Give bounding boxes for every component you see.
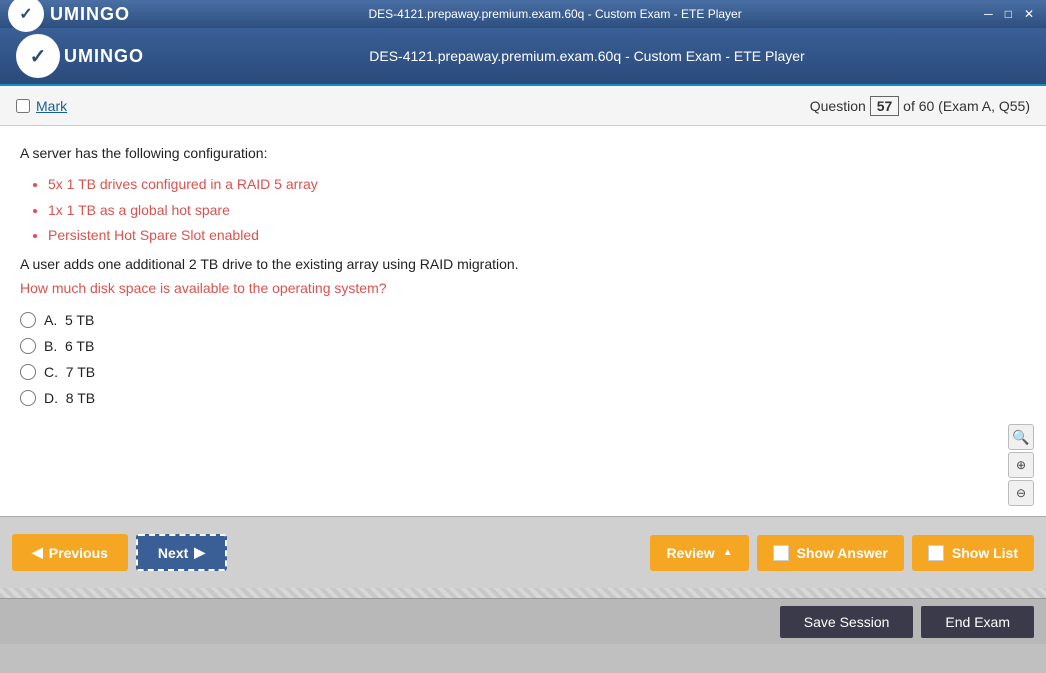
label-d[interactable]: D. 8 TB	[44, 390, 95, 406]
bullet-item-1: 5x 1 TB drives configured in a RAID 5 ar…	[48, 172, 1026, 197]
zoom-controls: 🔍 ⊕ ⊖	[1008, 424, 1034, 506]
minimize-button[interactable]: ─	[980, 7, 997, 21]
previous-label: Previous	[49, 545, 108, 561]
radio-d[interactable]	[20, 390, 36, 406]
next-arrow-icon: ▶	[194, 544, 205, 561]
header-bar: ✓ UMINGO DES-4121.prepaway.premium.exam.…	[0, 28, 1046, 86]
mark-label[interactable]: Mark	[36, 98, 67, 114]
show-list-button[interactable]: Show List	[912, 535, 1034, 571]
option-d[interactable]: D. 8 TB	[20, 390, 1026, 406]
show-list-icon	[928, 545, 944, 561]
question-desc: A user adds one additional 2 TB drive to…	[20, 256, 1026, 272]
zoom-in-button[interactable]: ⊕	[1008, 452, 1034, 478]
show-answer-button[interactable]: Show Answer	[757, 535, 904, 571]
app-logo: ✓	[8, 0, 44, 32]
header-logo: ✓	[16, 34, 60, 78]
question-of: of 60 (Exam A, Q55)	[903, 98, 1030, 114]
title-bar: ✓ UMINGO DES-4121.prepaway.premium.exam.…	[0, 0, 1046, 28]
label-c[interactable]: C. 7 TB	[44, 364, 95, 380]
radio-c[interactable]	[20, 364, 36, 380]
bottom-action: Save Session End Exam	[0, 598, 1046, 644]
search-button[interactable]: 🔍	[1008, 424, 1034, 450]
label-b[interactable]: B. 6 TB	[44, 338, 94, 354]
zoom-out-button[interactable]: ⊖	[1008, 480, 1034, 506]
review-label: Review	[666, 545, 714, 561]
option-c[interactable]: C. 7 TB	[20, 364, 1026, 380]
bullet-list: 5x 1 TB drives configured in a RAID 5 ar…	[48, 172, 1026, 248]
show-answer-icon	[773, 545, 789, 561]
radio-a[interactable]	[20, 312, 36, 328]
review-arrow-icon: ▲	[723, 547, 733, 558]
question-number: 57	[870, 96, 900, 116]
maximize-button[interactable]: □	[1001, 7, 1016, 21]
save-session-button[interactable]: Save Session	[780, 606, 914, 638]
logo-check: ✓	[19, 4, 32, 24]
question-ask: How much disk space is available to the …	[20, 280, 1026, 296]
logo-text: UMINGO	[50, 4, 130, 25]
title-bar-left: ✓ UMINGO	[8, 0, 130, 32]
option-a[interactable]: A. 5 TB	[20, 312, 1026, 328]
end-exam-button[interactable]: End Exam	[921, 606, 1034, 638]
question-info: Question 57 of 60 (Exam A, Q55)	[810, 96, 1030, 116]
stripe-divider	[0, 588, 1046, 598]
question-header: Mark Question 57 of 60 (Exam A, Q55)	[0, 86, 1046, 126]
question-intro: A server has the following configuration…	[20, 142, 1026, 164]
show-answer-label: Show Answer	[797, 545, 888, 561]
mark-area[interactable]: Mark	[16, 98, 67, 114]
header-logo-area: ✓ UMINGO	[16, 34, 144, 78]
bottom-nav: ◀ Previous Next ▶ Review ▲ Show Answer S…	[0, 516, 1046, 588]
window-controls: ─ □ ✕	[980, 7, 1038, 21]
question-label: Question	[810, 98, 866, 114]
review-button[interactable]: Review ▲	[650, 535, 748, 571]
show-list-label: Show List	[952, 545, 1018, 561]
header-logo-text: UMINGO	[64, 46, 144, 67]
radio-b[interactable]	[20, 338, 36, 354]
mark-checkbox[interactable]	[16, 99, 30, 113]
header-title: DES-4121.prepaway.premium.exam.60q - Cus…	[144, 48, 1030, 64]
prev-arrow-icon: ◀	[32, 544, 43, 561]
bullet-item-3: Persistent Hot Spare Slot enabled	[48, 223, 1026, 248]
previous-button[interactable]: ◀ Previous	[12, 534, 128, 571]
option-b[interactable]: B. 6 TB	[20, 338, 1026, 354]
bullet-item-2: 1x 1 TB as a global hot spare	[48, 198, 1026, 223]
close-button[interactable]: ✕	[1020, 7, 1038, 21]
window-title: DES-4121.prepaway.premium.exam.60q - Cus…	[130, 7, 980, 21]
label-a[interactable]: A. 5 TB	[44, 312, 94, 328]
next-label: Next	[158, 545, 188, 561]
main-content: A server has the following configuration…	[0, 126, 1046, 516]
next-button[interactable]: Next ▶	[136, 534, 227, 571]
